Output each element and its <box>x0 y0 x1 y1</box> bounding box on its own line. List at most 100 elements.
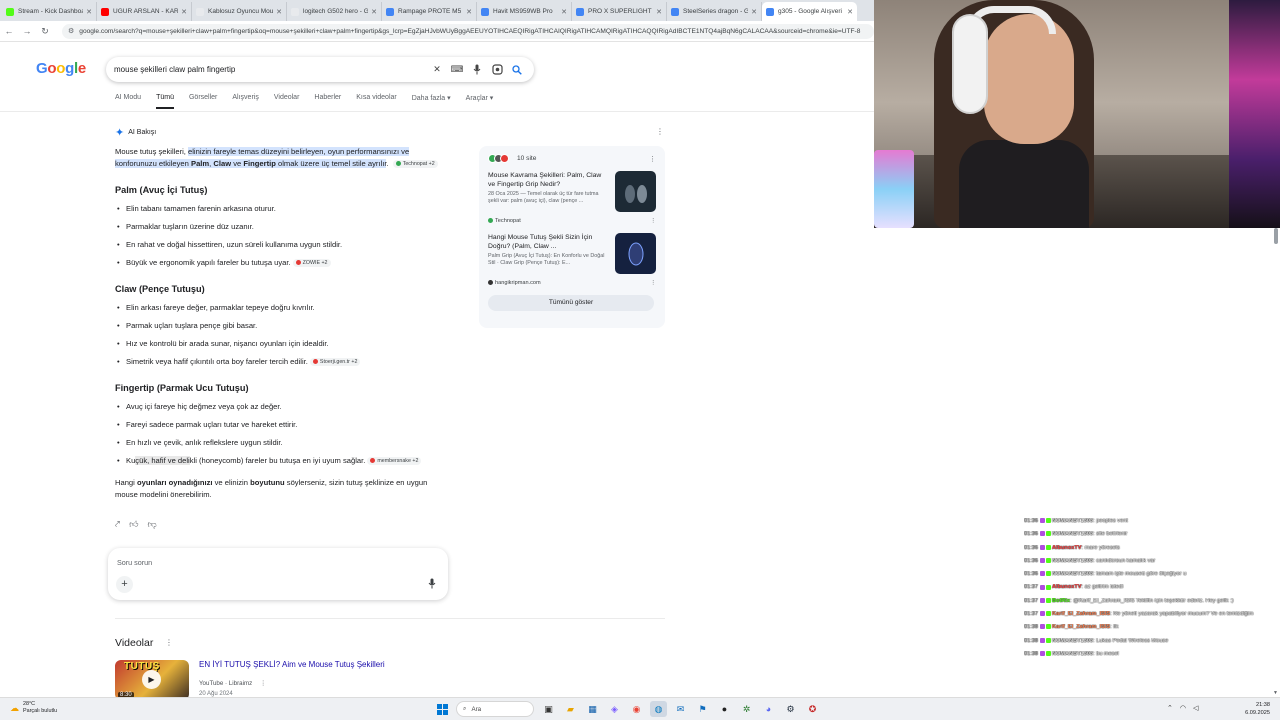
ask-box[interactable]: Soru sorun + <box>108 548 448 600</box>
clock[interactable]: 21:38 6.09.2025 <box>1220 701 1270 717</box>
browser-tab[interactable]: Rampage PROTE M5 R ✕ <box>382 2 477 21</box>
clear-icon[interactable]: ✕ <box>428 63 446 77</box>
close-icon[interactable]: ✕ <box>181 8 187 16</box>
source-title[interactable]: Mouse Kavrama Şekilleri: Palm, Claw ve F… <box>488 171 609 189</box>
forward-icon[interactable]: → <box>18 26 36 36</box>
browser-tab[interactable]: Kablosuz Oyuncu Mouse ✕ <box>192 2 287 21</box>
source-chip[interactable]: Stoerji.gen.tr +2 <box>309 358 361 366</box>
more-options-icon[interactable]: ⋮ <box>165 638 173 647</box>
play-icon[interactable]: ▶ <box>142 670 161 689</box>
edge-icon[interactable]: ◍ <box>650 701 667 717</box>
chat-username[interactable]: Karif_El_Zahram_ISIS <box>1052 624 1110 630</box>
source-item[interactable]: Mouse Kavrama Şekilleri: Palm, Claw ve F… <box>488 171 656 212</box>
more-options-icon[interactable]: ⋮ <box>650 218 656 224</box>
scroll-down-icon[interactable]: ▼ <box>1273 690 1278 696</box>
microphone-icon[interactable] <box>428 578 436 591</box>
app-icon[interactable]: ⚑ <box>694 701 711 717</box>
chat-username[interactable]: NOMANBT1303 <box>1052 651 1093 657</box>
search-tab[interactable]: Daha fazla ▾ <box>412 94 451 109</box>
network-app-icon[interactable]: ✲ <box>738 701 755 717</box>
search-box[interactable]: mouse şekilleri claw palm fingertip ✕ ⌨ <box>106 57 534 82</box>
weather-widget[interactable]: ☁ 28°C Parçalı bulutlu <box>10 701 57 715</box>
chat-username[interactable]: BotRix <box>1052 598 1070 604</box>
wifi-icon[interactable]: ◠ <box>1180 704 1186 712</box>
search-tab[interactable]: Haberler <box>314 94 341 109</box>
volume-icon[interactable]: ◁ <box>1193 704 1198 712</box>
task-view-icon[interactable]: ▣ <box>540 701 557 717</box>
reload-icon[interactable]: ↻ <box>36 26 54 37</box>
google-logo[interactable]: Google <box>36 60 86 77</box>
close-icon[interactable]: ✕ <box>466 8 472 16</box>
search-tab[interactable]: Alışveriş <box>232 94 258 109</box>
source-chip[interactable]: Technopat +2 <box>392 160 438 168</box>
browser-tab[interactable]: SteelSeries dragon - G ✕ <box>667 2 762 21</box>
video-thumbnail[interactable]: TUTUŞ ▶ 8:30 <box>115 660 189 700</box>
search-tab[interactable]: Kısa videolar <box>356 94 396 109</box>
browser-tab[interactable]: UĞUR ARSLAN - KARA ✕ <box>97 2 192 21</box>
discord-icon[interactable]: ◕ <box>760 701 777 717</box>
more-options-icon[interactable]: ⋮ <box>260 680 266 687</box>
back-icon[interactable]: ← <box>0 26 18 36</box>
close-icon[interactable]: ✕ <box>656 8 662 16</box>
chat-username[interactable]: NOMANBT1303 <box>1052 518 1093 524</box>
steam-icon[interactable]: ⚙ <box>782 701 799 717</box>
microphone-icon[interactable] <box>468 63 486 77</box>
close-icon[interactable]: ✕ <box>86 8 92 16</box>
source-item[interactable]: Hangi Mouse Tutuş Şekli Sizin İçin Doğru… <box>488 233 656 274</box>
tray-overflow-icon[interactable]: ⌃ <box>1167 704 1173 712</box>
add-icon[interactable]: + <box>116 576 133 593</box>
browser-tab[interactable]: Havit MS959WB Pro ✕ <box>477 2 572 21</box>
thumbs-up-icon[interactable]: 👍︎ <box>129 519 138 530</box>
show-all-button[interactable]: Tümünü göster <box>488 295 654 311</box>
browser-tab[interactable]: logitech G502 hero - G ✕ <box>287 2 382 21</box>
more-options-icon[interactable]: ⋮ <box>649 155 656 163</box>
close-icon[interactable]: ✕ <box>371 8 377 16</box>
thumbs-down-icon[interactable]: 👎︎ <box>147 519 156 530</box>
search-tab[interactable]: AI Modu <box>115 94 141 109</box>
close-icon[interactable]: ✕ <box>561 8 567 16</box>
close-icon[interactable]: ✕ <box>751 8 757 16</box>
search-tab[interactable]: Araçlar ▾ <box>466 94 494 109</box>
browser-tab[interactable]: g305 - Google Alışveri ✕ <box>762 2 857 21</box>
site-info-icon[interactable]: ⚙ <box>68 27 74 35</box>
source-site[interactable]: Technopat <box>495 218 521 224</box>
more-options-icon[interactable]: ⋮ <box>656 127 664 136</box>
video-title[interactable]: EN İYİ TUTUŞ ŞEKLİ? Aim ve Mouse Tutuş Ş… <box>199 660 385 669</box>
chat-username[interactable]: NOMANBT1303 <box>1052 571 1093 577</box>
taskbar-search[interactable]: ⌕ Ara <box>456 701 534 717</box>
file-explorer-icon[interactable]: ▰ <box>562 701 579 717</box>
game-icon[interactable]: ✪ <box>804 701 821 717</box>
source-chip[interactable]: ZOWIE +2 <box>292 259 331 267</box>
share-icon[interactable]: ⤤ <box>115 519 120 530</box>
store-icon[interactable]: ▦ <box>584 701 601 717</box>
chat-username[interactable]: Karif_El_Zahram_ISIS <box>1052 611 1110 617</box>
source-chip[interactable]: membersnake +2 <box>367 457 422 465</box>
mail-icon[interactable]: ✉ <box>672 701 689 717</box>
address-bar[interactable]: ⚙ google.com/search?q=mouse+şekilleri+cl… <box>62 23 874 39</box>
source-title[interactable]: Hangi Mouse Tutuş Şekli Sizin İçin Doğru… <box>488 233 609 251</box>
lens-icon[interactable] <box>488 63 506 77</box>
more-options-icon[interactable]: ⋮ <box>650 280 656 286</box>
ask-input[interactable]: Soru sorun <box>117 558 152 567</box>
chat-username[interactable]: NOMANBT1303 <box>1052 638 1093 644</box>
copilot-icon[interactable]: ◈ <box>606 701 623 717</box>
search-input[interactable]: mouse şekilleri claw palm fingertip <box>114 65 426 74</box>
chat-username[interactable]: AlbunoxTV <box>1052 545 1082 551</box>
close-icon[interactable]: ✕ <box>276 8 282 16</box>
keyboard-icon[interactable]: ⌨ <box>448 63 466 77</box>
search-tab[interactable]: Tümü <box>156 94 174 109</box>
close-icon[interactable]: ✕ <box>847 8 853 16</box>
chrome-icon[interactable]: ◉ <box>628 701 645 717</box>
search-tab[interactable]: Videolar <box>274 94 300 109</box>
obs-icon[interactable]: ● <box>716 701 733 717</box>
chat-username[interactable]: NOMANBT1303 <box>1052 558 1093 564</box>
source-thumbnail[interactable] <box>615 171 656 212</box>
source-thumbnail[interactable] <box>615 233 656 274</box>
browser-tab[interactable]: PRO X SUPERLIGHT 2c ✕ <box>572 2 667 21</box>
browser-tab[interactable]: Stream - Kick Dashboard✕ <box>2 2 97 21</box>
start-icon[interactable] <box>434 701 451 717</box>
scrollbar-thumb[interactable] <box>1274 228 1278 244</box>
sources-header[interactable]: 10 site ⋮ <box>488 154 656 163</box>
source-site[interactable]: hangikripman.com <box>495 280 541 286</box>
chat-username[interactable]: NOMANBT1303 <box>1052 531 1093 537</box>
